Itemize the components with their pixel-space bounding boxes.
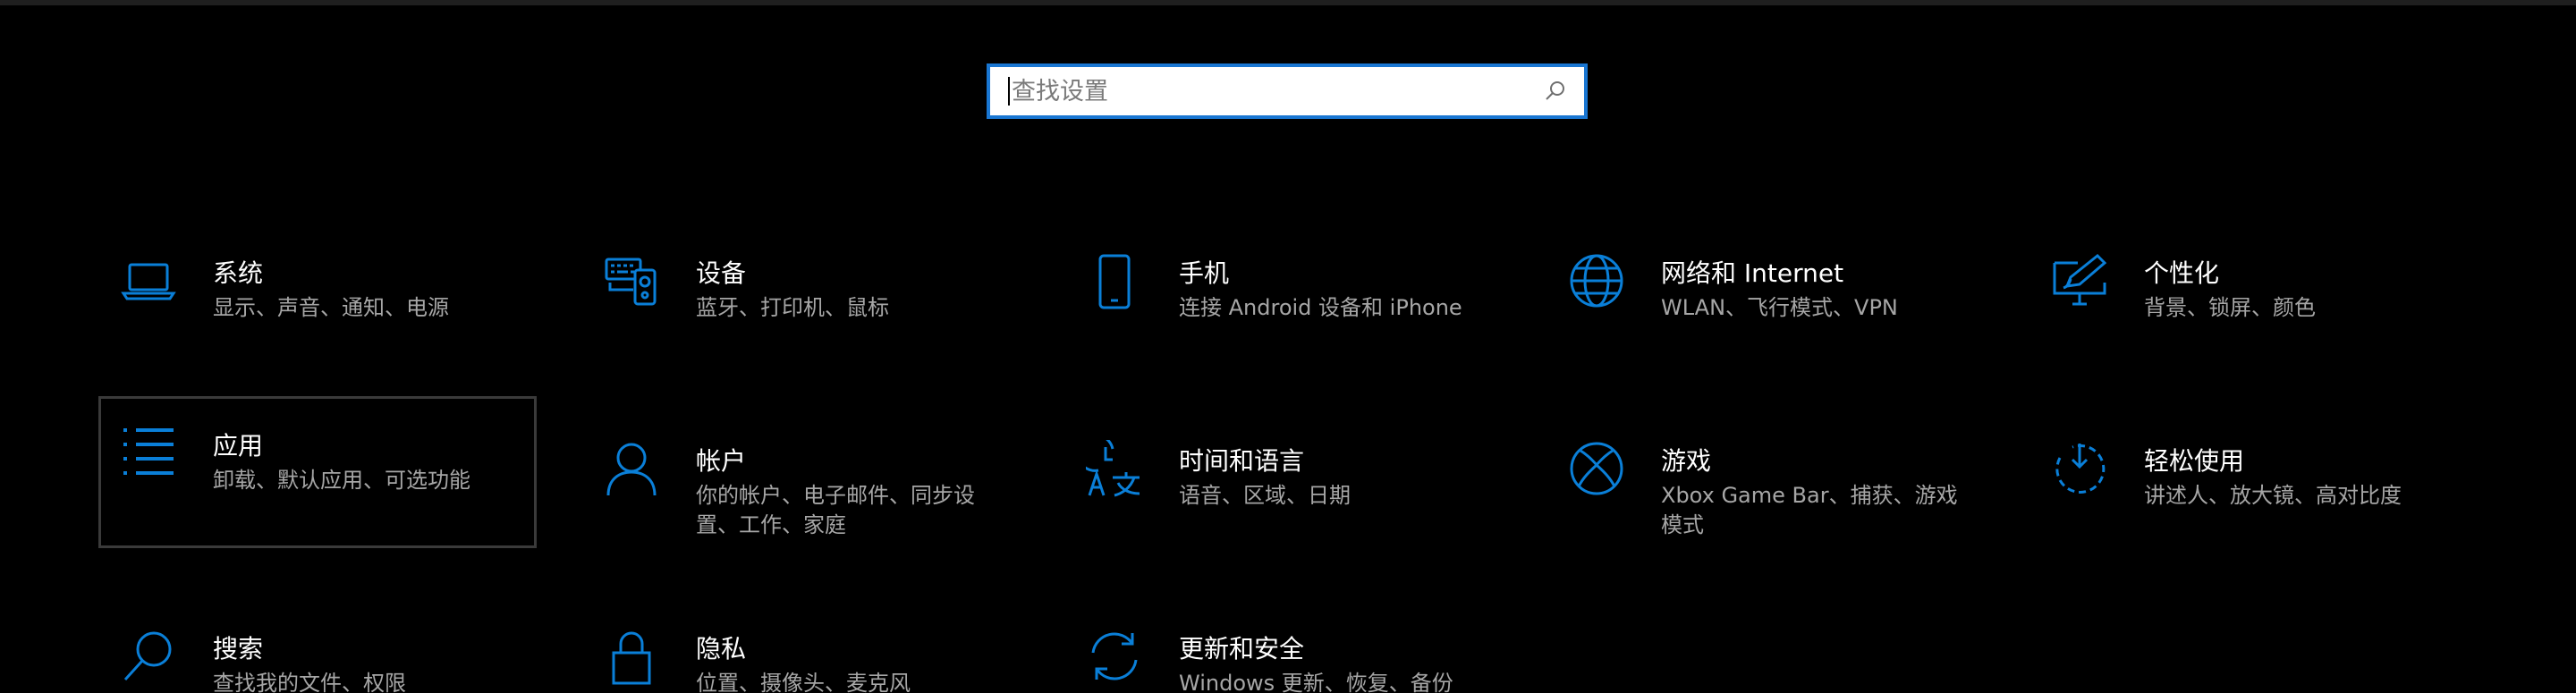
tile-subtitle: 蓝牙、打印机、鼠标: [696, 295, 889, 320]
tile-title: 更新和安全: [1179, 634, 1305, 663]
tile-subtitle: 查找我的文件、权限: [213, 671, 406, 693]
tile-title: 系统: [213, 258, 264, 288]
tile-title: 隐私: [696, 634, 747, 663]
tile-personalization[interactable]: 个性化 背景、锁屏、颜色: [2029, 224, 2468, 367]
tile-subtitle: 卸载、默认应用、可选功能: [213, 468, 470, 493]
magnifier-icon[interactable]: [1534, 70, 1577, 113]
tile-title: 帐户: [696, 446, 747, 476]
tile-subtitle: WLAN、飞行模式、VPN: [1661, 295, 1898, 320]
search-box[interactable]: [987, 63, 1588, 119]
search-input[interactable]: [1008, 77, 1534, 106]
tile-title: 手机: [1179, 258, 1230, 288]
search-icon: [120, 628, 177, 685]
tile-title: 时间和语言: [1179, 446, 1305, 476]
title-bar-strip: [0, 0, 2576, 5]
account-icon: [603, 440, 660, 497]
phone-icon: [1086, 252, 1143, 309]
tile-title: 轻松使用: [2144, 446, 2245, 476]
tile-time-language[interactable]: 时间和语言 语音、区域、日期: [1064, 411, 1503, 554]
tile-title: 游戏: [1661, 446, 1712, 476]
devices-icon: [603, 252, 660, 309]
tile-system[interactable]: 系统 显示、声音、通知、电源: [98, 224, 537, 367]
tile-subtitle: Xbox Game Bar、捕获、游戏模式: [1661, 483, 1958, 537]
tile-title: 搜索: [213, 634, 264, 663]
apps-icon: [120, 425, 177, 482]
time-language-icon: [1075, 433, 1143, 497]
tile-subtitle: 位置、摄像头、麦克风: [696, 671, 911, 693]
tile-network[interactable]: 网络和 Internet WLAN、飞行模式、VPN: [1546, 224, 1985, 367]
tile-title: 设备: [696, 258, 747, 288]
tile-gaming[interactable]: 游戏 Xbox Game Bar、捕获、游戏模式: [1546, 411, 1985, 554]
tile-subtitle: 语音、区域、日期: [1179, 483, 1351, 508]
tile-accounts[interactable]: 帐户 你的帐户、电子邮件、同步设置、工作、家庭: [581, 411, 1020, 554]
tile-subtitle: 背景、锁屏、颜色: [2144, 295, 2316, 320]
tile-ease-of-access[interactable]: 轻松使用 讲述人、放大镜、高对比度: [2029, 411, 2468, 554]
tile-devices[interactable]: 设备 蓝牙、打印机、鼠标: [581, 224, 1020, 367]
ease-of-access-icon: [2051, 440, 2108, 497]
tile-subtitle: 讲述人、放大镜、高对比度: [2144, 483, 2402, 508]
settings-home: 系统 显示、声音、通知、电源 设备 蓝牙、打印机、鼠标 手机 连接 Androi…: [0, 0, 2576, 693]
tile-title: 应用: [213, 431, 264, 461]
tile-privacy[interactable]: 隐私 位置、摄像头、麦克风: [581, 599, 1020, 693]
tile-subtitle: Windows 更新、恢复、备份: [1179, 671, 1453, 693]
xbox-icon: [1568, 440, 1625, 497]
tile-apps[interactable]: 应用 卸载、默认应用、可选功能: [98, 396, 537, 548]
tile-subtitle: 你的帐户、电子邮件、同步设置、工作、家庭: [696, 483, 975, 537]
tile-search[interactable]: 搜索 查找我的文件、权限: [98, 599, 537, 693]
tile-update-security[interactable]: 更新和安全 Windows 更新、恢复、备份: [1064, 599, 1503, 693]
tile-title: 网络和 Internet: [1661, 258, 1844, 288]
tile-phone[interactable]: 手机 连接 Android 设备和 iPhone: [1064, 224, 1503, 367]
personalize-icon: [2051, 252, 2108, 309]
tile-title: 个性化: [2144, 258, 2220, 288]
lock-icon: [603, 628, 660, 685]
laptop-icon: [120, 252, 177, 309]
tile-subtitle: 显示、声音、通知、电源: [213, 295, 449, 320]
tile-subtitle: 连接 Android 设备和 iPhone: [1179, 295, 1462, 320]
globe-icon: [1568, 252, 1625, 309]
update-icon: [1086, 628, 1143, 685]
